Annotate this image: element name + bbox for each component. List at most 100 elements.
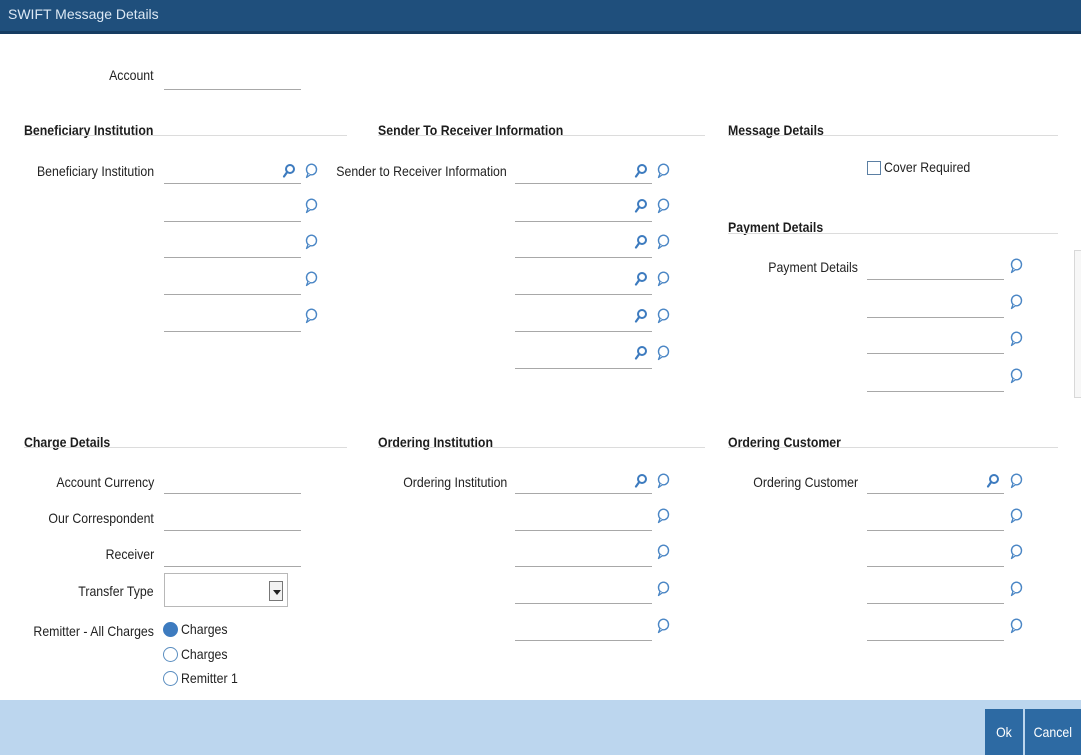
ordering-institution-field-4[interactable] — [515, 580, 652, 604]
transfer-type-select[interactable] — [164, 573, 288, 607]
comment-icon[interactable] — [656, 308, 670, 324]
sender-to-receiver-field-5[interactable] — [515, 308, 652, 332]
section-divider — [378, 135, 705, 136]
search-icon[interactable] — [634, 234, 648, 250]
section-divider — [24, 135, 347, 136]
ordering-institution-field-1[interactable] — [515, 470, 652, 494]
ordering-customer-field-4[interactable] — [867, 580, 1004, 604]
comment-icon[interactable] — [1009, 544, 1023, 560]
section-divider — [24, 447, 347, 448]
remitter-all-charges-label: Remitter - All Charges — [33, 623, 154, 639]
our-correspondent-label: Our Correspondent — [48, 510, 154, 526]
sender-to-receiver-field-2[interactable] — [515, 198, 652, 222]
comment-icon[interactable] — [656, 544, 670, 560]
search-icon[interactable] — [634, 163, 648, 179]
side-scroll-handle[interactable] — [1074, 250, 1081, 398]
comment-icon[interactable] — [1009, 294, 1023, 310]
transfer-type-label: Transfer Type — [78, 583, 154, 599]
radio-option-label: Charges — [181, 646, 228, 662]
radio-button[interactable] — [163, 646, 178, 662]
search-icon[interactable] — [634, 473, 648, 489]
sender-to-receiver-field-3[interactable] — [515, 234, 652, 258]
comment-icon[interactable] — [656, 618, 670, 634]
comment-icon[interactable] — [304, 271, 318, 287]
search-icon[interactable] — [634, 198, 648, 214]
ordering-institution-field-5[interactable] — [515, 617, 652, 641]
account-field[interactable] — [164, 66, 301, 90]
window-title: SWIFT Message Details — [8, 6, 159, 22]
beneficiary-institution-field-3[interactable] — [164, 234, 301, 258]
ordering-institution-label: Ordering Institution — [402, 474, 507, 490]
search-icon[interactable] — [634, 271, 648, 287]
sender-to-receiver-label: Sender to Receiver Information — [336, 163, 507, 179]
section-divider — [728, 135, 1058, 136]
comment-icon[interactable] — [304, 198, 318, 214]
account-currency-field[interactable] — [164, 470, 301, 494]
comment-icon[interactable] — [656, 508, 670, 524]
radio-button[interactable] — [163, 670, 178, 686]
ordering-customer-field-3[interactable] — [867, 543, 1004, 567]
comment-icon[interactable] — [1009, 258, 1023, 274]
comment-icon[interactable] — [1009, 618, 1023, 634]
section-divider — [378, 447, 705, 448]
comment-icon[interactable] — [656, 271, 670, 287]
sender-to-receiver-field-6[interactable] — [515, 345, 652, 369]
comment-icon[interactable] — [656, 234, 670, 250]
ordering-institution-field-2[interactable] — [515, 507, 652, 531]
comment-icon[interactable] — [1009, 368, 1023, 384]
payment-details-field-4[interactable] — [867, 368, 1004, 392]
ok-button[interactable]: Ok — [985, 709, 1023, 755]
ordering-institution-field-3[interactable] — [515, 543, 652, 567]
title-bar: SWIFT Message Details — [0, 0, 1081, 34]
cancel-button[interactable]: Cancel — [1025, 709, 1081, 755]
search-icon[interactable] — [282, 163, 296, 179]
radio-option-label: Remitter 1 — [181, 670, 238, 686]
radio-option-remitter-1[interactable]: Remitter 1 — [163, 670, 246, 686]
comment-icon[interactable] — [1009, 331, 1023, 347]
our-correspondent-field[interactable] — [164, 507, 301, 531]
cover-required-checkbox[interactable] — [867, 161, 881, 175]
comment-icon[interactable] — [1009, 581, 1023, 597]
comment-icon[interactable] — [656, 473, 670, 489]
comment-icon[interactable] — [656, 581, 670, 597]
beneficiary-institution-field-1[interactable] — [164, 160, 301, 184]
sender-to-receiver-field-1[interactable] — [515, 160, 652, 184]
account-label: Account — [109, 67, 154, 83]
search-icon[interactable] — [634, 308, 648, 324]
cancel-button-label: Cancel — [1033, 724, 1073, 740]
search-icon[interactable] — [986, 473, 1000, 489]
comment-icon[interactable] — [656, 198, 670, 214]
ordering-customer-field-1[interactable] — [867, 470, 1004, 494]
comment-icon[interactable] — [656, 163, 670, 179]
section-divider — [728, 447, 1058, 448]
receiver-label: Receiver — [105, 546, 154, 562]
payment-details-field-3[interactable] — [867, 330, 1004, 354]
comment-icon[interactable] — [1009, 473, 1023, 489]
comment-icon[interactable] — [1009, 508, 1023, 524]
radio-button-selected[interactable] — [163, 621, 178, 637]
beneficiary-institution-field-2[interactable] — [164, 198, 301, 222]
payment-details-field-1[interactable] — [867, 256, 1004, 280]
ordering-customer-label: Ordering Customer — [753, 474, 858, 490]
sender-to-receiver-field-4[interactable] — [515, 271, 652, 295]
comment-icon[interactable] — [656, 345, 670, 361]
radio-option-charges-2[interactable]: Charges — [163, 646, 234, 662]
payment-details-label: Payment Details — [768, 259, 858, 275]
chevron-down-icon[interactable] — [269, 581, 283, 601]
search-icon[interactable] — [634, 345, 648, 361]
beneficiary-institution-field-5[interactable] — [164, 308, 301, 332]
footer-bar — [0, 700, 1081, 755]
beneficiary-institution-label: Beneficiary Institution — [36, 163, 154, 179]
cover-required-label: Cover Required — [884, 159, 971, 175]
beneficiary-institution-field-4[interactable] — [164, 271, 301, 295]
comment-icon[interactable] — [304, 163, 318, 179]
receiver-field[interactable] — [164, 543, 301, 567]
ordering-customer-field-2[interactable] — [867, 507, 1004, 531]
ordering-customer-field-5[interactable] — [867, 617, 1004, 641]
section-divider — [728, 233, 1058, 234]
radio-option-label: Charges — [181, 621, 228, 637]
payment-details-field-2[interactable] — [867, 294, 1004, 318]
comment-icon[interactable] — [304, 308, 318, 324]
comment-icon[interactable] — [304, 234, 318, 250]
radio-option-charges-1[interactable]: Charges — [163, 621, 234, 637]
